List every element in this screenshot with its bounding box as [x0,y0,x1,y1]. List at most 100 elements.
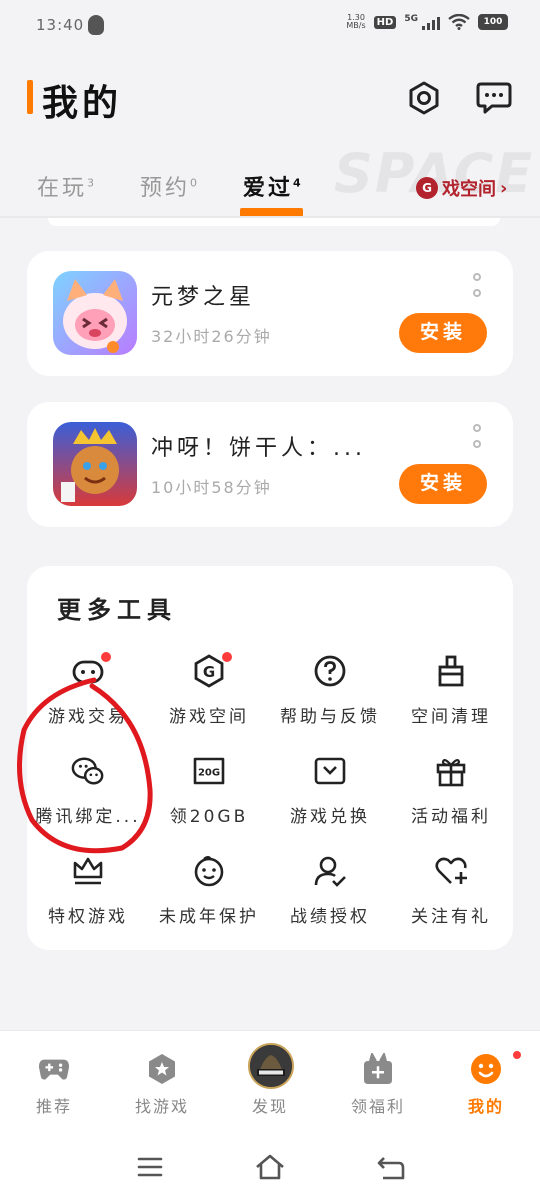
more-options-icon[interactable] [471,424,483,448]
previous-card-edge [48,218,500,226]
game-name: 元梦之星 [151,285,256,310]
nav-label: 找游戏 [134,1097,189,1116]
wifi-icon [448,14,470,30]
more-options-icon[interactable] [471,273,483,297]
nav-mine[interactable]: 我的 [441,1049,531,1123]
tab-reserved-count: 0 [190,176,198,190]
page-header: 我的 SPACE 在玩3 预约0 爱过4 G 戏空间 › [0,52,540,217]
nav-welfare[interactable]: 领福利 [333,1053,423,1123]
game-space-logo-icon: G [416,177,438,199]
nav-recommend[interactable]: 推荐 [9,1053,99,1123]
install-button[interactable]: 安装 [399,464,487,504]
help-icon [313,654,347,688]
network-speed-unit: MB/s [346,21,366,30]
tool-follow-gift[interactable]: 关注有礼 [390,854,512,944]
bottom-nav: 推荐 找游戏 发现 领福利 我的 [0,1030,540,1130]
tool-game-redeem[interactable]: 游戏兑换 [269,754,391,844]
menu-icon [137,1157,163,1177]
tool-label: 空间清理 [411,707,491,727]
tool-privilege-games[interactable]: 特权游戏 [27,854,149,944]
game-play-time: 10小时58分钟 [151,478,272,497]
tool-label: 关注有礼 [411,907,491,927]
back-button[interactable] [373,1152,407,1182]
tool-label: 领20GB [169,807,249,827]
game-icon-yuanmeng [53,271,137,355]
title-accent-bar [27,80,33,114]
star-hex-icon [146,1053,178,1085]
chevron-right-icon: › [500,177,508,199]
back-icon [377,1157,405,1180]
tool-claim-20gb[interactable]: 20G 领20GB [148,754,270,844]
status-indicators: 1.30 MB/s HD 5G 100 [346,14,508,30]
nav-discover[interactable]: 发现 [225,1043,315,1123]
tool-label: 特权游戏 [48,907,128,927]
gear-icon [409,81,439,115]
notification-badge [101,652,111,662]
tool-game-trade[interactable]: 游戏交易 [27,652,149,744]
tool-space-clean[interactable]: 空间清理 [390,654,512,744]
game-card[interactable]: 冲呀！饼干人：... 10小时58分钟 安装 [27,402,513,527]
qq-notification-icon [88,15,104,35]
child-face-icon [192,854,226,888]
game-space-link[interactable]: G 戏空间 › [416,175,507,201]
game-space-link-label: 戏空间 [442,179,496,200]
tool-record-auth[interactable]: 战绩授权 [269,854,391,944]
gamepad-icon [38,1053,70,1085]
tool-help-feedback[interactable]: 帮助与反馈 [269,654,391,744]
recent-apps-button[interactable] [133,1152,167,1182]
network-speed: 1.30 MB/s [346,14,365,30]
nav-label: 推荐 [35,1097,72,1116]
battery-icon: 100 [478,14,508,30]
install-button[interactable]: 安装 [399,313,487,353]
tool-label: 活动福利 [411,807,491,827]
tool-label: 游戏交易 [48,707,128,727]
tab-reserved[interactable]: 预约0 [140,170,197,202]
tab-playing[interactable]: 在玩3 [37,170,94,202]
tencent-bind-icon [71,754,105,788]
tool-game-space[interactable]: G 游戏空间 [148,652,270,744]
discover-game-icon [248,1043,294,1089]
status-time: 13:40 [36,16,85,34]
broom-icon [434,654,468,688]
heart-plus-icon [434,854,468,888]
user-check-icon [313,854,347,888]
message-button[interactable] [474,78,514,118]
notification-badge [511,1049,523,1061]
tool-label: 腾讯绑定... [35,807,141,827]
tab-loved-count: 4 [293,176,301,190]
settings-button[interactable] [404,78,444,118]
home-button[interactable] [253,1152,287,1182]
nav-label: 我的 [467,1097,504,1116]
game-card[interactable]: 元梦之星 32小时26分钟 安装 [27,251,513,376]
gift-icon [434,754,468,788]
more-tools-card: 更多工具 游戏交易 G 游戏空间 帮助与反馈 空间清理 腾讯绑定... 20G … [27,566,513,950]
message-icon [476,82,512,114]
system-nav-bar [0,1130,540,1202]
tab-playing-label: 在玩 [37,176,88,201]
tool-minor-protection[interactable]: 未成年保护 [148,854,270,944]
signal-icon [422,14,440,30]
smile-face-icon [470,1053,502,1085]
network-type: 5G [404,14,418,24]
tab-loved[interactable]: 爱过4 [243,170,301,202]
game-icon-cookie-run [53,422,137,506]
tool-label: 战绩授权 [290,907,370,927]
more-tools-title: 更多工具 [57,596,177,624]
game-space-icon: G [192,654,226,688]
redeem-icon [313,754,347,788]
notification-badge [222,652,232,662]
nav-find-games[interactable]: 找游戏 [117,1053,207,1123]
crown-icon [71,854,105,888]
game-trade-icon [71,654,105,688]
welfare-bag-icon [362,1053,394,1085]
tool-label: 帮助与反馈 [280,707,380,727]
tool-event-welfare[interactable]: 活动福利 [390,754,512,844]
hd-icon: HD [373,15,397,29]
game-name: 冲呀！饼干人：... [151,436,366,461]
nav-label: 领福利 [350,1097,405,1116]
game-play-time: 32小时26分钟 [151,327,272,346]
svg-text:G: G [203,663,215,681]
tool-tencent-bind[interactable]: 腾讯绑定... [27,754,149,844]
tool-label: 游戏空间 [169,707,249,727]
nav-label: 发现 [251,1097,288,1116]
